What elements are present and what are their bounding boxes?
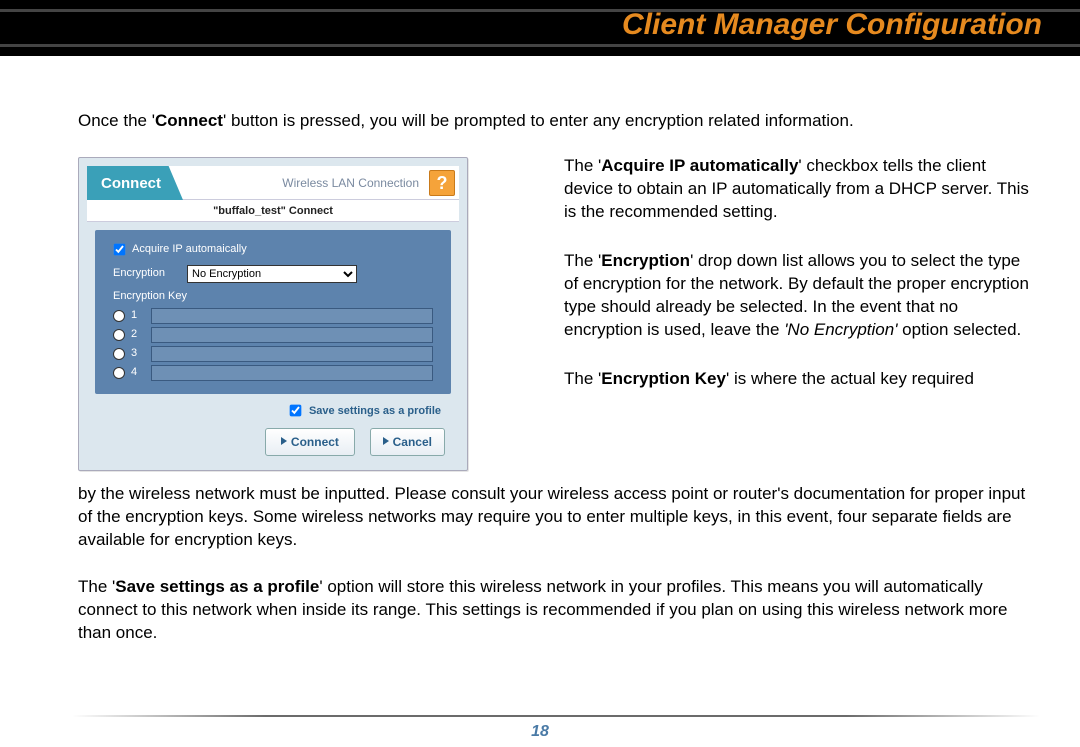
text: The '	[564, 369, 601, 388]
key-radio[interactable]	[113, 367, 125, 379]
text: The '	[78, 577, 115, 596]
play-icon	[383, 437, 389, 445]
acquire-ip-paragraph: The 'Acquire IP automatically' checkbox …	[564, 155, 1030, 224]
dialog-header: Connect Wireless LAN Connection ?	[87, 166, 459, 200]
dialog-subtitle: Wireless LAN Connection	[282, 175, 419, 191]
encryption-paragraph: The 'Encryption' drop down list allows y…	[564, 250, 1030, 342]
dialog-footer: Connect Cancel	[87, 418, 459, 462]
key-number: 2	[131, 327, 143, 342]
text-bold: Encryption	[601, 251, 690, 270]
body-content: Once the 'Connect' button is pressed, yo…	[0, 56, 1080, 645]
acquire-ip-label: Acquire IP automaically	[132, 242, 247, 257]
cancel-button-label: Cancel	[393, 435, 432, 449]
page-number: 18	[0, 723, 1080, 741]
key-row: 3	[113, 346, 433, 362]
save-profile-row: Save settings as a profile	[87, 402, 459, 419]
text: ' is where the actual key required	[726, 369, 974, 388]
acquire-ip-checkbox[interactable]	[114, 244, 126, 256]
encryption-key-lead: The 'Encryption Key' is where the actual…	[564, 368, 1030, 391]
dialog-network-bar: "buffalo_test" Connect	[87, 200, 459, 222]
connect-button[interactable]: Connect	[265, 428, 355, 456]
text: ' button is pressed, you will be prompte…	[223, 111, 854, 130]
dialog-body: Acquire IP automaically Encryption No En…	[95, 230, 451, 394]
encryption-select[interactable]: No Encryption	[187, 265, 357, 283]
header-banner: Client Manager Configuration	[0, 0, 1080, 56]
key-radio[interactable]	[113, 310, 125, 322]
play-icon	[281, 437, 287, 445]
encryption-label: Encryption	[113, 266, 187, 281]
key-input-4[interactable]	[151, 365, 433, 381]
text: Once the '	[78, 111, 155, 130]
dialog-tab-connect[interactable]: Connect	[87, 166, 183, 200]
text: option selected.	[897, 320, 1021, 339]
key-input-2[interactable]	[151, 327, 433, 343]
dialog-screenshot: Connect Wireless LAN Connection ? "buffa…	[78, 157, 468, 472]
text-bold: Save settings as a profile	[115, 577, 319, 596]
save-profile-label: Save settings as a profile	[309, 405, 441, 417]
key-number: 3	[131, 346, 143, 361]
intro-paragraph: Once the 'Connect' button is pressed, yo…	[78, 110, 1030, 133]
page-title: Client Manager Configuration	[622, 8, 1042, 42]
key-number: 1	[131, 308, 143, 323]
text-italic: 'No Encryption'	[784, 320, 897, 339]
text-bold: Acquire IP automatically	[601, 156, 798, 175]
text: The '	[564, 251, 601, 270]
text-bold: Connect	[155, 111, 223, 130]
encryption-key-body: by the wireless network must be inputted…	[78, 483, 1030, 552]
key-radio[interactable]	[113, 348, 125, 360]
key-input-1[interactable]	[151, 308, 433, 324]
key-row: 2	[113, 327, 433, 343]
banner-stripe	[0, 44, 1080, 47]
key-row: 1	[113, 308, 433, 324]
key-radio[interactable]	[113, 329, 125, 341]
text: The '	[564, 156, 601, 175]
key-number: 4	[131, 365, 143, 380]
save-profile-paragraph: The 'Save settings as a profile' option …	[78, 576, 1030, 645]
connect-button-label: Connect	[291, 435, 339, 449]
cancel-button[interactable]: Cancel	[370, 428, 445, 456]
save-profile-checkbox[interactable]	[290, 405, 302, 417]
text-bold: Encryption Key	[601, 369, 726, 388]
encryption-key-label: Encryption Key	[113, 289, 433, 304]
footer-rule	[72, 715, 1040, 717]
help-button[interactable]: ?	[429, 170, 455, 196]
key-row: 4	[113, 365, 433, 381]
key-input-3[interactable]	[151, 346, 433, 362]
